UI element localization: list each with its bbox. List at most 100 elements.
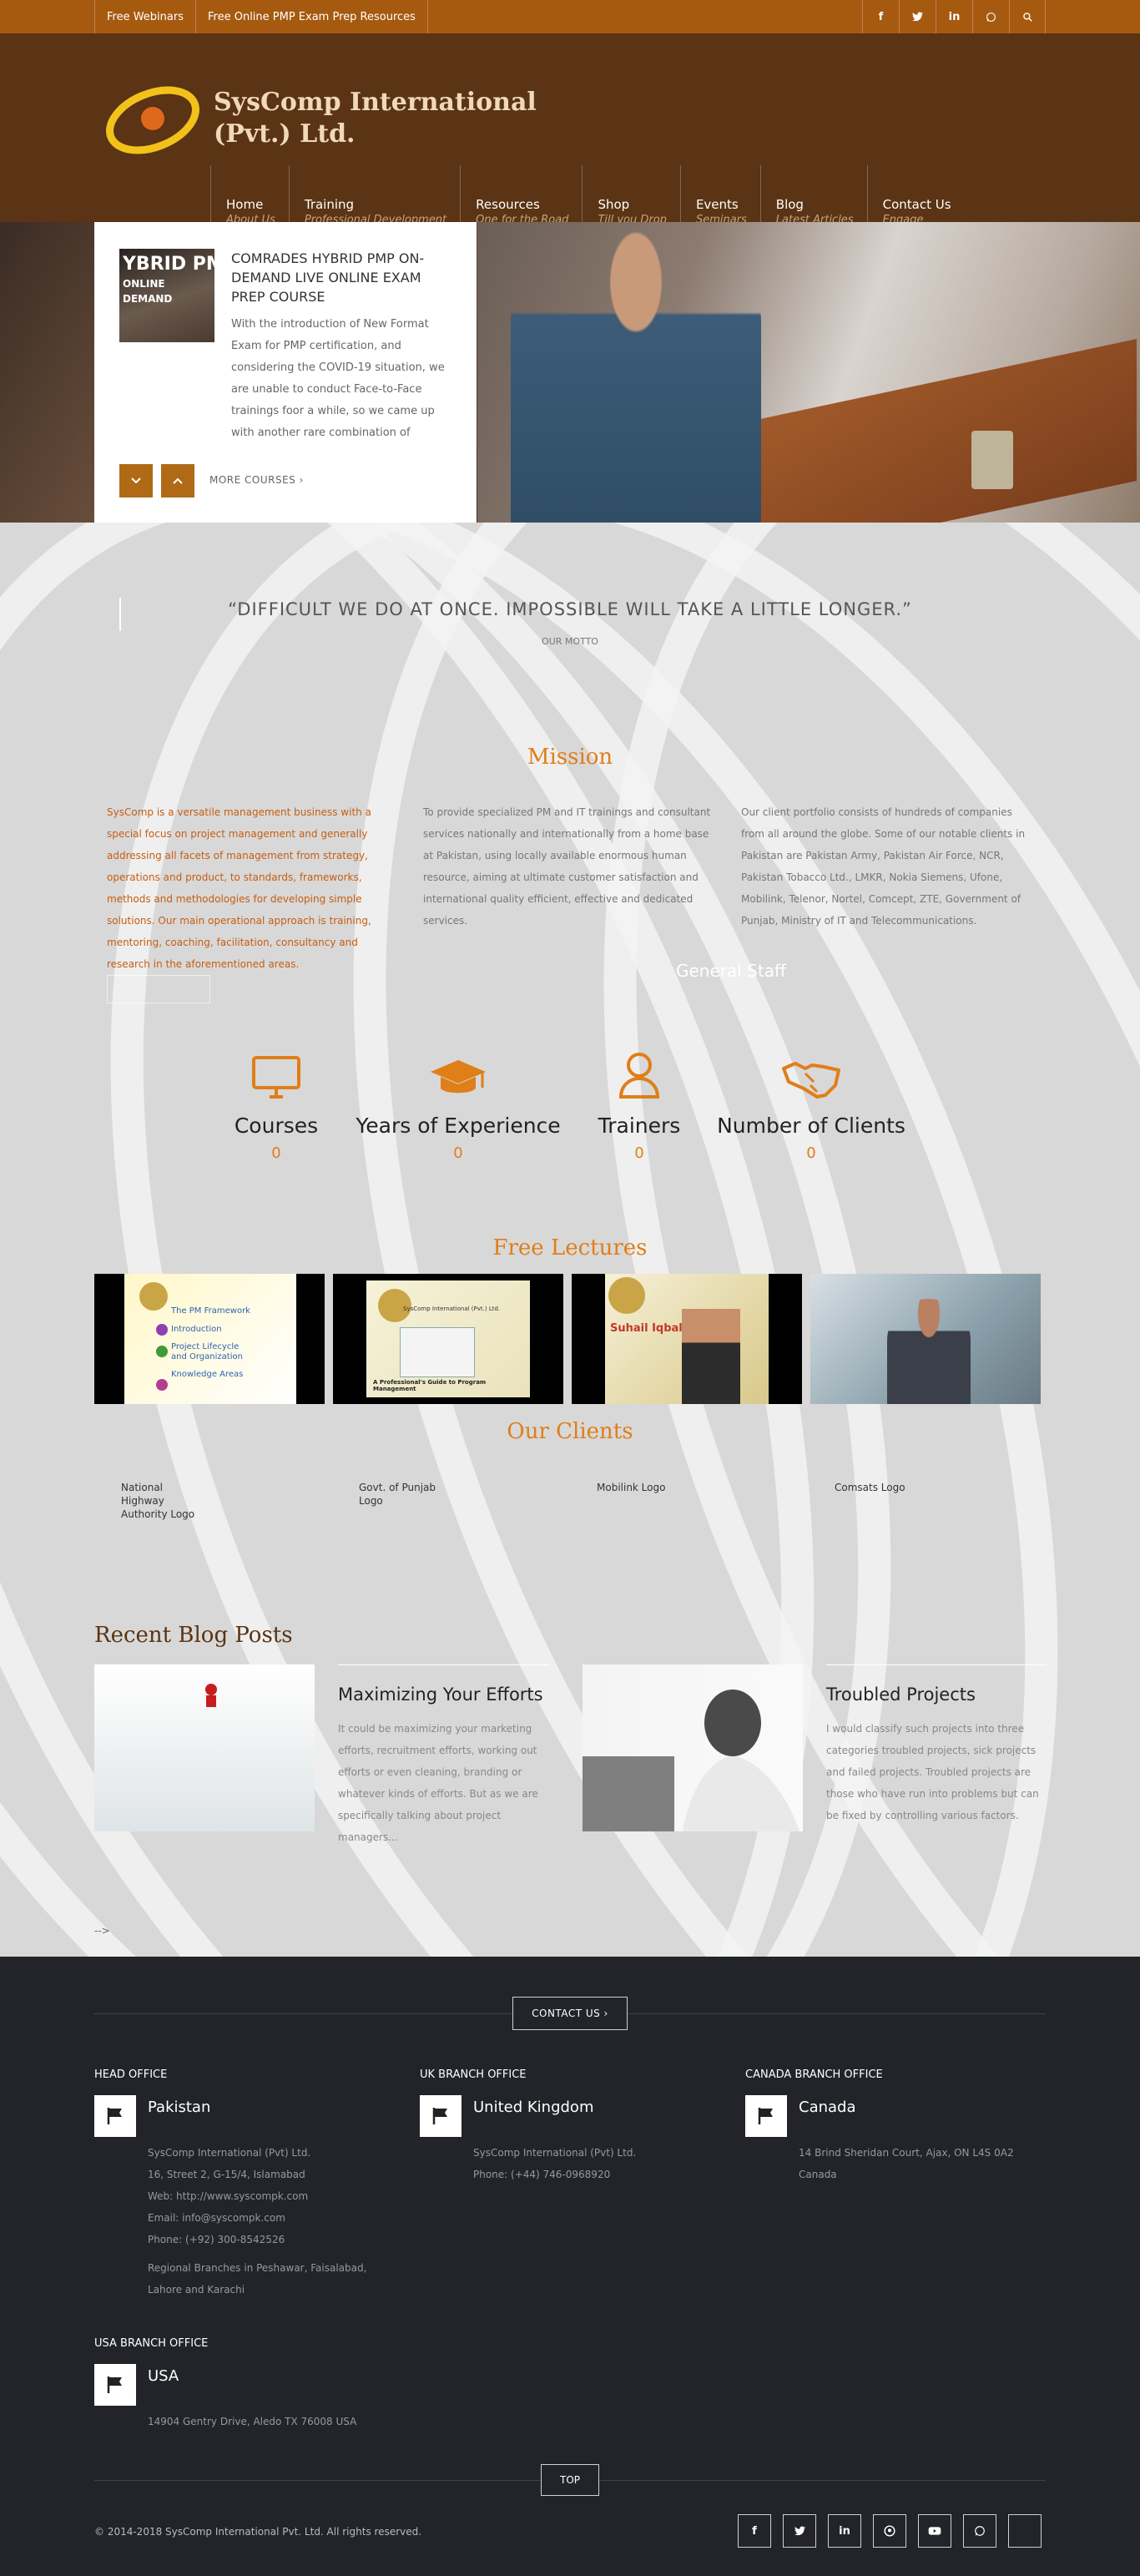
post-title-1[interactable]: Maximizing Your Efforts <box>338 1685 543 1705</box>
lecture-photo <box>810 1274 1041 1404</box>
site-logo[interactable]: SysComp International (Pvt.) Ltd. <box>105 77 564 160</box>
office-line: Canada <box>799 2169 837 2180</box>
nav-title: Contact Us <box>882 197 951 212</box>
ghost-button[interactable] <box>107 975 210 1003</box>
nav-title: Events <box>695 197 739 212</box>
whatsapp-icon[interactable] <box>963 2514 996 2548</box>
post-image-2[interactable] <box>583 1664 803 1831</box>
general-staff-label: General Staff <box>676 961 786 981</box>
office-country: United Kingdom <box>473 2099 594 2116</box>
free-webinars-link[interactable]: Free Webinars <box>94 0 195 33</box>
nav-training[interactable]: Training Professional Development <box>288 165 460 226</box>
twitter-icon[interactable] <box>899 0 936 33</box>
top-socials: f in <box>862 0 1046 33</box>
lecture-video-3[interactable]: Suhail Iqbal <box>572 1274 802 1404</box>
brand-name: SysComp International (Pvt.) Ltd. <box>214 87 564 150</box>
mission-column-2: To provide specialized PM and IT trainin… <box>423 806 711 927</box>
slider-prev-button[interactable] <box>119 464 153 498</box>
facebook-icon[interactable]: f <box>862 0 899 33</box>
office-heading: UK BRANCH OFFICE <box>420 2068 527 2081</box>
bullet-icon <box>156 1346 168 1357</box>
stat-label: Number of Clients <box>717 1114 905 1138</box>
office-line: 14 Brind Sheridan Court, Ajax, ON L4S 0A… <box>799 2147 1014 2159</box>
nav-title: Shop <box>598 197 630 212</box>
course-slider: YBRID PM ONLINE DEMAND COMRADES HYBRID P… <box>0 222 1140 523</box>
speaker-photo <box>682 1309 740 1404</box>
photo-person <box>511 222 761 523</box>
office-line: 16, Street 2, G-15/4, Islamabad <box>148 2169 305 2180</box>
nav-contact[interactable]: Contact Us Engage <box>866 165 965 226</box>
slide-title[interactable]: COMRADES HYBRID PMP ON-DEMAND LIVE ONLIN… <box>231 249 450 306</box>
office-line: SysComp International (Pvt) Ltd. <box>473 2147 637 2159</box>
post-title-2[interactable]: Troubled Projects <box>826 1685 976 1705</box>
client-logo[interactable]: Govt. of Punjab Logo <box>359 1481 442 1508</box>
stressed-man-image <box>583 1690 800 1831</box>
client-logo[interactable]: Mobilink Logo <box>597 1481 697 1494</box>
flag-icon <box>420 2095 462 2137</box>
nav-shop[interactable]: Shop Till you Drop <box>582 165 680 226</box>
lecture-line: SysComp International (Pvt.) Ltd. <box>403 1306 501 1312</box>
people-pyramid-image <box>205 1684 217 1707</box>
site-footer: CONTACT US › HEAD OFFICE Pakistan SysCom… <box>0 1957 1140 2576</box>
pmp-resources-link[interactable]: Free Online PMP Exam Prep Resources <box>195 0 428 33</box>
office-head: HEAD OFFICE Pakistan SysComp Internation… <box>94 2067 395 2317</box>
client-logo[interactable]: Comsats Logo <box>835 1481 935 1494</box>
thumb-line-3: DEMAND <box>123 293 173 305</box>
slider-next-button[interactable] <box>161 464 194 498</box>
lecture-text: The PM Framework Introduction Project Li… <box>171 1302 250 1384</box>
lectures-heading: Free Lectures <box>492 1235 648 1260</box>
whatsapp-icon[interactable] <box>972 0 1009 33</box>
office-lines: 14 Brind Sheridan Court, Ajax, ON L4S 0A… <box>799 2142 1049 2185</box>
office-lines: SysComp International (Pvt) Ltd. 16, Str… <box>148 2142 398 2301</box>
twitter-icon[interactable] <box>783 2514 816 2548</box>
facebook-icon[interactable]: f <box>738 2514 771 2548</box>
top-links: Free Webinars Free Online PMP Exam Prep … <box>94 0 428 33</box>
contact-us-button[interactable]: CONTACT US › <box>512 1997 628 2030</box>
thumb-line-1: YBRID PM <box>123 254 214 275</box>
nav-resources[interactable]: Resources One for the Road <box>460 165 582 226</box>
lecture-video-1[interactable]: The PM Framework Introduction Project Li… <box>94 1274 325 1404</box>
nav-title: Blog <box>775 197 804 212</box>
nav-title: Training <box>304 197 355 212</box>
youtube-icon[interactable] <box>918 2514 951 2548</box>
slider-photo <box>477 222 1140 523</box>
lecture-line: Knowledge Areas <box>171 1370 244 1379</box>
clients-heading: Our Clients <box>507 1419 633 1444</box>
lecture-line: Introduction <box>171 1325 222 1334</box>
flag-icon <box>94 2364 136 2406</box>
blog-heading: Recent Blog Posts <box>94 1623 293 1648</box>
post-image-1[interactable] <box>94 1664 315 1831</box>
main-nav: Home About Us Training Professional Develo… <box>210 165 965 255</box>
lectures-row: The PM Framework Introduction Project Li… <box>94 1274 1041 1404</box>
lecture-video-2[interactable]: SysComp International (Pvt.) Ltd. A Prof… <box>333 1274 563 1404</box>
motto-text: “DIFFICULT WE DO AT ONCE. IMPOSSIBLE WIL… <box>228 599 912 619</box>
site-header: SysComp International (Pvt.) Ltd. Home Ab… <box>0 33 1140 255</box>
lecture-slide: Suhail Iqbal <box>605 1274 769 1404</box>
office-line[interactable]: Web: http://www.syscompk.com <box>148 2185 398 2207</box>
linkedin-icon[interactable]: in <box>828 2514 861 2548</box>
photo-cup <box>971 431 1013 489</box>
lecture-line: A Professional's Guide to Program Manage… <box>373 1379 487 1392</box>
nav-blog[interactable]: Blog Latest Articles <box>759 165 867 226</box>
pinterest-icon[interactable] <box>873 2514 906 2548</box>
more-courses-link[interactable]: MORE COURSES › <box>209 474 304 486</box>
pocket-watch-icon <box>608 1277 645 1314</box>
client-logo[interactable]: National Highway Authority Logo <box>121 1481 204 1521</box>
nav-home[interactable]: Home About Us <box>210 165 289 255</box>
search-icon[interactable] <box>1009 0 1046 33</box>
nav-events[interactable]: Events Seminars <box>679 165 760 226</box>
bullet-icon <box>156 1324 168 1336</box>
office-line[interactable]: Email: info@syscompk.com <box>148 2207 398 2229</box>
lecture-line: The PM Framework <box>171 1306 250 1316</box>
course-thumbnail[interactable]: YBRID PM ONLINE DEMAND <box>119 249 214 342</box>
back-to-top-button[interactable]: TOP <box>541 2464 599 2496</box>
office-line: Phone: (+92) 300-8542526 <box>148 2234 285 2245</box>
blank-icon[interactable] <box>1008 2514 1042 2548</box>
post-divider <box>338 1664 550 1665</box>
linkedin-icon[interactable]: in <box>936 0 972 33</box>
lecture-video-4[interactable] <box>810 1274 1041 1404</box>
office-heading: CANADA BRANCH OFFICE <box>745 2068 883 2081</box>
office-lines: 14904 Gentry Drive, Aledo TX 76008 USA <box>148 2411 398 2432</box>
slide-card: YBRID PM ONLINE DEMAND COMRADES HYBRID P… <box>94 222 477 523</box>
motto-caption: OUR MOTTO <box>542 636 598 647</box>
